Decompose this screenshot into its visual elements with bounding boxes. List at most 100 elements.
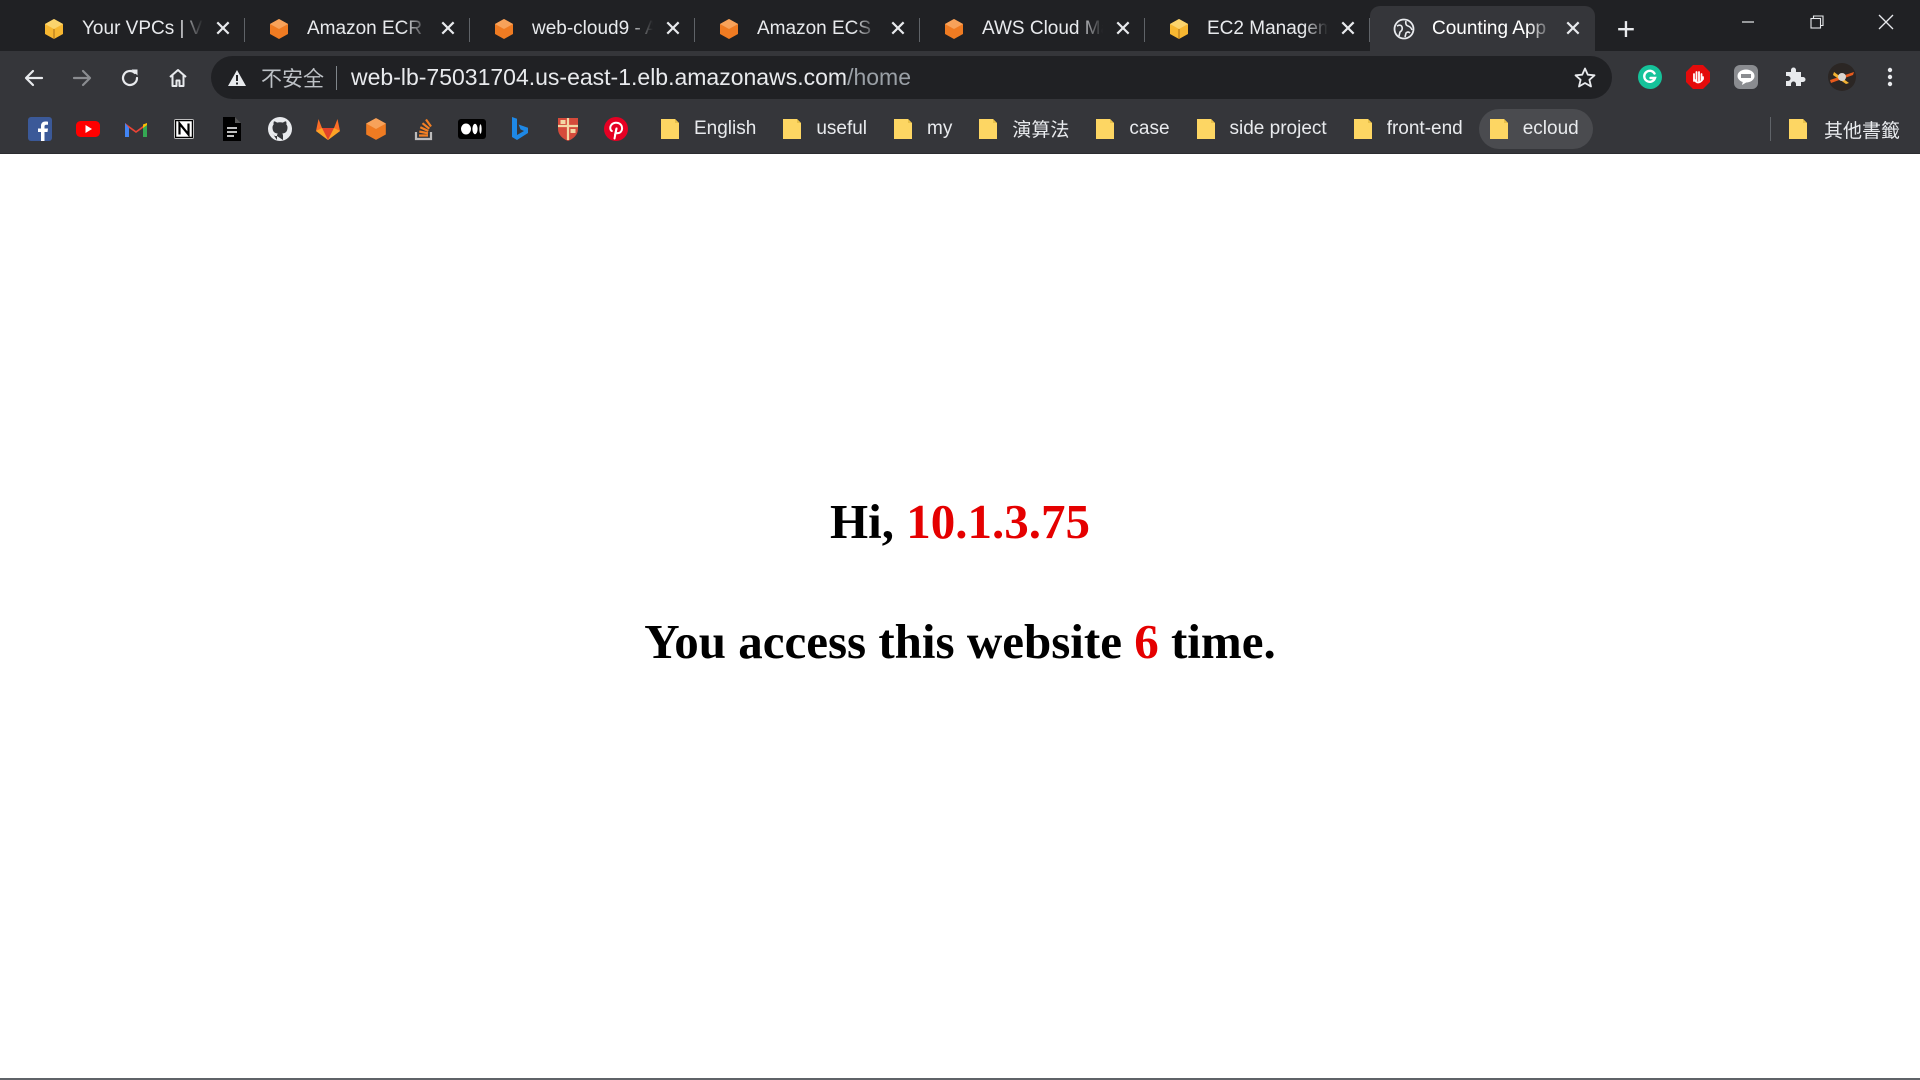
folder-icon	[893, 117, 913, 141]
tab-close-icon[interactable]: ✕	[886, 17, 910, 41]
bookmark-folder-my[interactable]: my	[883, 109, 966, 149]
tab-close-icon[interactable]: ✕	[436, 17, 460, 41]
forward-icon[interactable]	[60, 56, 104, 100]
minimize-icon[interactable]	[1713, 0, 1782, 44]
browser-toolbar: 不安全 web-lb-75031704.us-east-1.elb.amazon…	[0, 51, 1920, 104]
profile-avatar[interactable]	[1820, 55, 1864, 99]
tab-close-icon[interactable]: ✕	[1336, 17, 1360, 41]
url-host: web-lb-75031704.us-east-1.elb.amazonaws.…	[351, 64, 848, 90]
folder-icon	[1095, 117, 1115, 141]
omnibox-divider	[336, 65, 337, 90]
line-icon[interactable]	[1724, 55, 1768, 99]
bookmark-folder-front-end[interactable]: front-end	[1343, 109, 1477, 149]
greeting-heading: Hi, 10.1.3.75	[0, 494, 1920, 550]
tab-ec2-management[interactable]: EC2 Management ✕	[1145, 6, 1370, 51]
bookmark-folder-useful[interactable]: useful	[772, 109, 881, 149]
globe-icon	[1392, 17, 1416, 41]
visits-prefix: You access this website	[644, 614, 1135, 669]
grammarly-icon[interactable]	[1628, 55, 1672, 99]
visit-count: 6	[1134, 614, 1159, 669]
client-ip-address: 10.1.3.75	[906, 494, 1090, 549]
folder-icon	[1196, 117, 1216, 141]
bookmark-folder-label: case	[1129, 117, 1170, 139]
aws-vpc-icon	[1167, 17, 1191, 41]
medium-icon[interactable]	[448, 111, 496, 147]
new-tab-button[interactable]: +	[1603, 6, 1649, 51]
folder-icon	[1788, 117, 1808, 141]
tab-title: Amazon ECS	[757, 17, 872, 39]
pinterest-icon[interactable]	[592, 111, 640, 147]
greeting-prefix: Hi,	[830, 494, 907, 549]
tab-close-icon[interactable]: ✕	[1561, 17, 1585, 41]
navigation-buttons	[0, 56, 200, 100]
notion-icon[interactable]	[160, 111, 208, 147]
tab-counting-app[interactable]: Counting App ✕	[1370, 6, 1595, 51]
bookmark-folder-label: ecloud	[1522, 117, 1579, 139]
bookmark-folder-label: side project	[1229, 117, 1327, 139]
security-indicator[interactable]: 不安全	[227, 63, 324, 93]
bookmark-folder-label: English	[694, 117, 757, 139]
bookmarks-bar: English useful my 演算法 case side project …	[0, 104, 1920, 154]
youtube-icon[interactable]	[64, 111, 112, 147]
tab-title: Your VPCs | VPC	[82, 17, 203, 39]
bookmark-folder-side-project[interactable]: side project	[1186, 109, 1341, 149]
aws-icon[interactable]	[352, 111, 400, 147]
address-bar[interactable]: 不安全 web-lb-75031704.us-east-1.elb.amazon…	[211, 56, 1612, 99]
bookmark-folder-label: useful	[816, 117, 868, 139]
tab-title: EC2 Management	[1207, 17, 1328, 39]
aws-cube-icon	[267, 17, 291, 41]
bookmark-folder-english[interactable]: English	[650, 109, 770, 149]
folder-icon	[1353, 117, 1373, 141]
window-controls	[1713, 0, 1920, 44]
aws-cube-icon	[717, 17, 741, 41]
gmail-icon[interactable]	[112, 111, 160, 147]
back-icon[interactable]	[12, 56, 56, 100]
folder-icon	[978, 117, 998, 141]
aws-cube-icon	[492, 17, 516, 41]
tab-amazon-ecr[interactable]: Amazon ECR ✕	[245, 6, 470, 51]
extensions-area	[1628, 55, 1916, 99]
reload-icon[interactable]	[108, 56, 152, 100]
tab-close-icon[interactable]: ✕	[661, 17, 685, 41]
menu-kebab-icon[interactable]	[1868, 55, 1912, 99]
adblock-icon[interactable]	[1676, 55, 1720, 99]
tab-amazon-ecs[interactable]: Amazon ECS ✕	[695, 6, 920, 51]
close-window-icon[interactable]	[1851, 0, 1920, 44]
puzzle-extensions-icon[interactable]	[1772, 55, 1816, 99]
tab-web-cloud9[interactable]: web-cloud9 - AWS ✕	[470, 6, 695, 51]
github-icon[interactable]	[256, 111, 304, 147]
folder-icon	[660, 117, 680, 141]
restore-icon[interactable]	[1782, 0, 1851, 44]
bookmark-folder-ecloud[interactable]: ecloud	[1478, 108, 1593, 149]
visit-count-heading: You access this website 6 time.	[0, 614, 1920, 670]
bookmark-folder-algorithms[interactable]: 演算法	[968, 109, 1083, 149]
stackoverflow-icon[interactable]	[400, 111, 448, 147]
bookmark-folder-label: 演算法	[1012, 120, 1070, 141]
home-icon[interactable]	[156, 56, 200, 100]
bookmark-star-icon[interactable]	[1572, 65, 1598, 91]
url-text[interactable]: web-lb-75031704.us-east-1.elb.amazonaws.…	[351, 64, 911, 91]
document-icon[interactable]	[208, 111, 256, 147]
gitlab-icon[interactable]	[304, 111, 352, 147]
university-crest-icon[interactable]	[544, 111, 592, 147]
aws-vpc-icon	[42, 17, 66, 41]
tab-title: Amazon ECR	[307, 17, 423, 39]
visits-suffix: time.	[1158, 614, 1276, 669]
tab-list: Your VPCs | VPC ✕ Amazon ECR ✕ web-cloud…	[0, 0, 1649, 51]
other-bookmarks-folder[interactable]: 其他書籤	[1769, 109, 1900, 149]
facebook-icon[interactable]	[16, 111, 64, 147]
bing-icon[interactable]	[496, 111, 544, 147]
tab-your-vpcs[interactable]: Your VPCs | VPC ✕	[20, 6, 245, 51]
aws-cube-icon	[942, 17, 966, 41]
folder-icon	[782, 117, 802, 141]
tab-title: web-cloud9 - AWS	[532, 17, 653, 39]
tab-strip: Your VPCs | VPC ✕ Amazon ECR ✕ web-cloud…	[0, 0, 1920, 51]
folder-icon	[1489, 117, 1509, 141]
security-label: 不安全	[261, 67, 324, 91]
tab-close-icon[interactable]: ✕	[211, 17, 235, 41]
tab-title: Counting App	[1432, 17, 1547, 39]
bookmark-folder-case[interactable]: case	[1085, 109, 1183, 149]
tab-close-icon[interactable]: ✕	[1111, 17, 1135, 41]
tab-aws-cloud-map[interactable]: AWS Cloud Map ✕	[920, 6, 1145, 51]
url-path: /home	[847, 64, 911, 90]
